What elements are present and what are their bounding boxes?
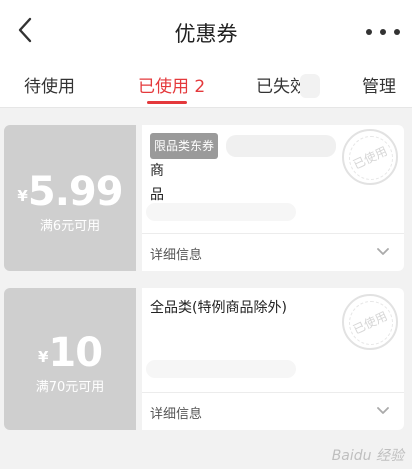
more-button[interactable]: [366, 22, 400, 42]
divider: [142, 392, 404, 393]
detail-info-label[interactable]: 详细信息: [150, 244, 202, 263]
tab-used[interactable]: 已使用 2: [138, 72, 205, 97]
used-stamp: 已使用: [342, 129, 398, 185]
coupon-description: 全品类(特例商品除外): [150, 300, 287, 316]
coupon-card[interactable]: ¥10 满70元可用 全品类(特例商品除外) 已使用 详细信息: [4, 288, 404, 430]
detail-info-label[interactable]: 详细信息: [150, 403, 202, 422]
blur-overlay: [146, 360, 296, 378]
coupon-value-panel: ¥10 满70元可用: [4, 288, 136, 430]
coupon-tabs: 待使用 已使用 2 已失效 管理: [0, 62, 412, 108]
top-bar: 优惠券: [0, 0, 412, 62]
page-title: 优惠券: [174, 22, 238, 46]
divider: [142, 233, 404, 234]
more-dots-icon: [366, 29, 372, 35]
coupon-info-panel: 全品类(特例商品除外) 已使用 详细信息: [142, 288, 404, 430]
chevron-down-icon[interactable]: [376, 406, 390, 416]
coupon-amount: ¥5.99: [17, 169, 123, 215]
used-stamp: 已使用: [342, 294, 398, 350]
coupon-value-panel: ¥5.99 满6元可用: [4, 125, 136, 271]
coupon-type-tag: 限品类东券: [150, 133, 219, 159]
coupon-info-panel: 限品类东券商 品 已使用 详细信息: [142, 125, 404, 271]
chevron-down-icon[interactable]: [376, 247, 390, 257]
blur-overlay: [226, 135, 336, 157]
baidu-watermark: Baidu 经验: [331, 448, 404, 464]
coupon-condition: 满6元可用: [39, 219, 101, 234]
coupon-amount: ¥10: [37, 330, 103, 376]
coupon-card[interactable]: ¥5.99 满6元可用 限品类东券商 品 已使用 详细信息: [4, 125, 404, 271]
blur-overlay: [300, 74, 320, 98]
active-tab-indicator: [147, 101, 187, 104]
coupon-condition: 满70元可用: [35, 380, 105, 395]
tab-manage[interactable]: 管理: [362, 72, 396, 97]
tab-unused[interactable]: 待使用: [24, 72, 75, 97]
blur-overlay: [146, 203, 296, 221]
